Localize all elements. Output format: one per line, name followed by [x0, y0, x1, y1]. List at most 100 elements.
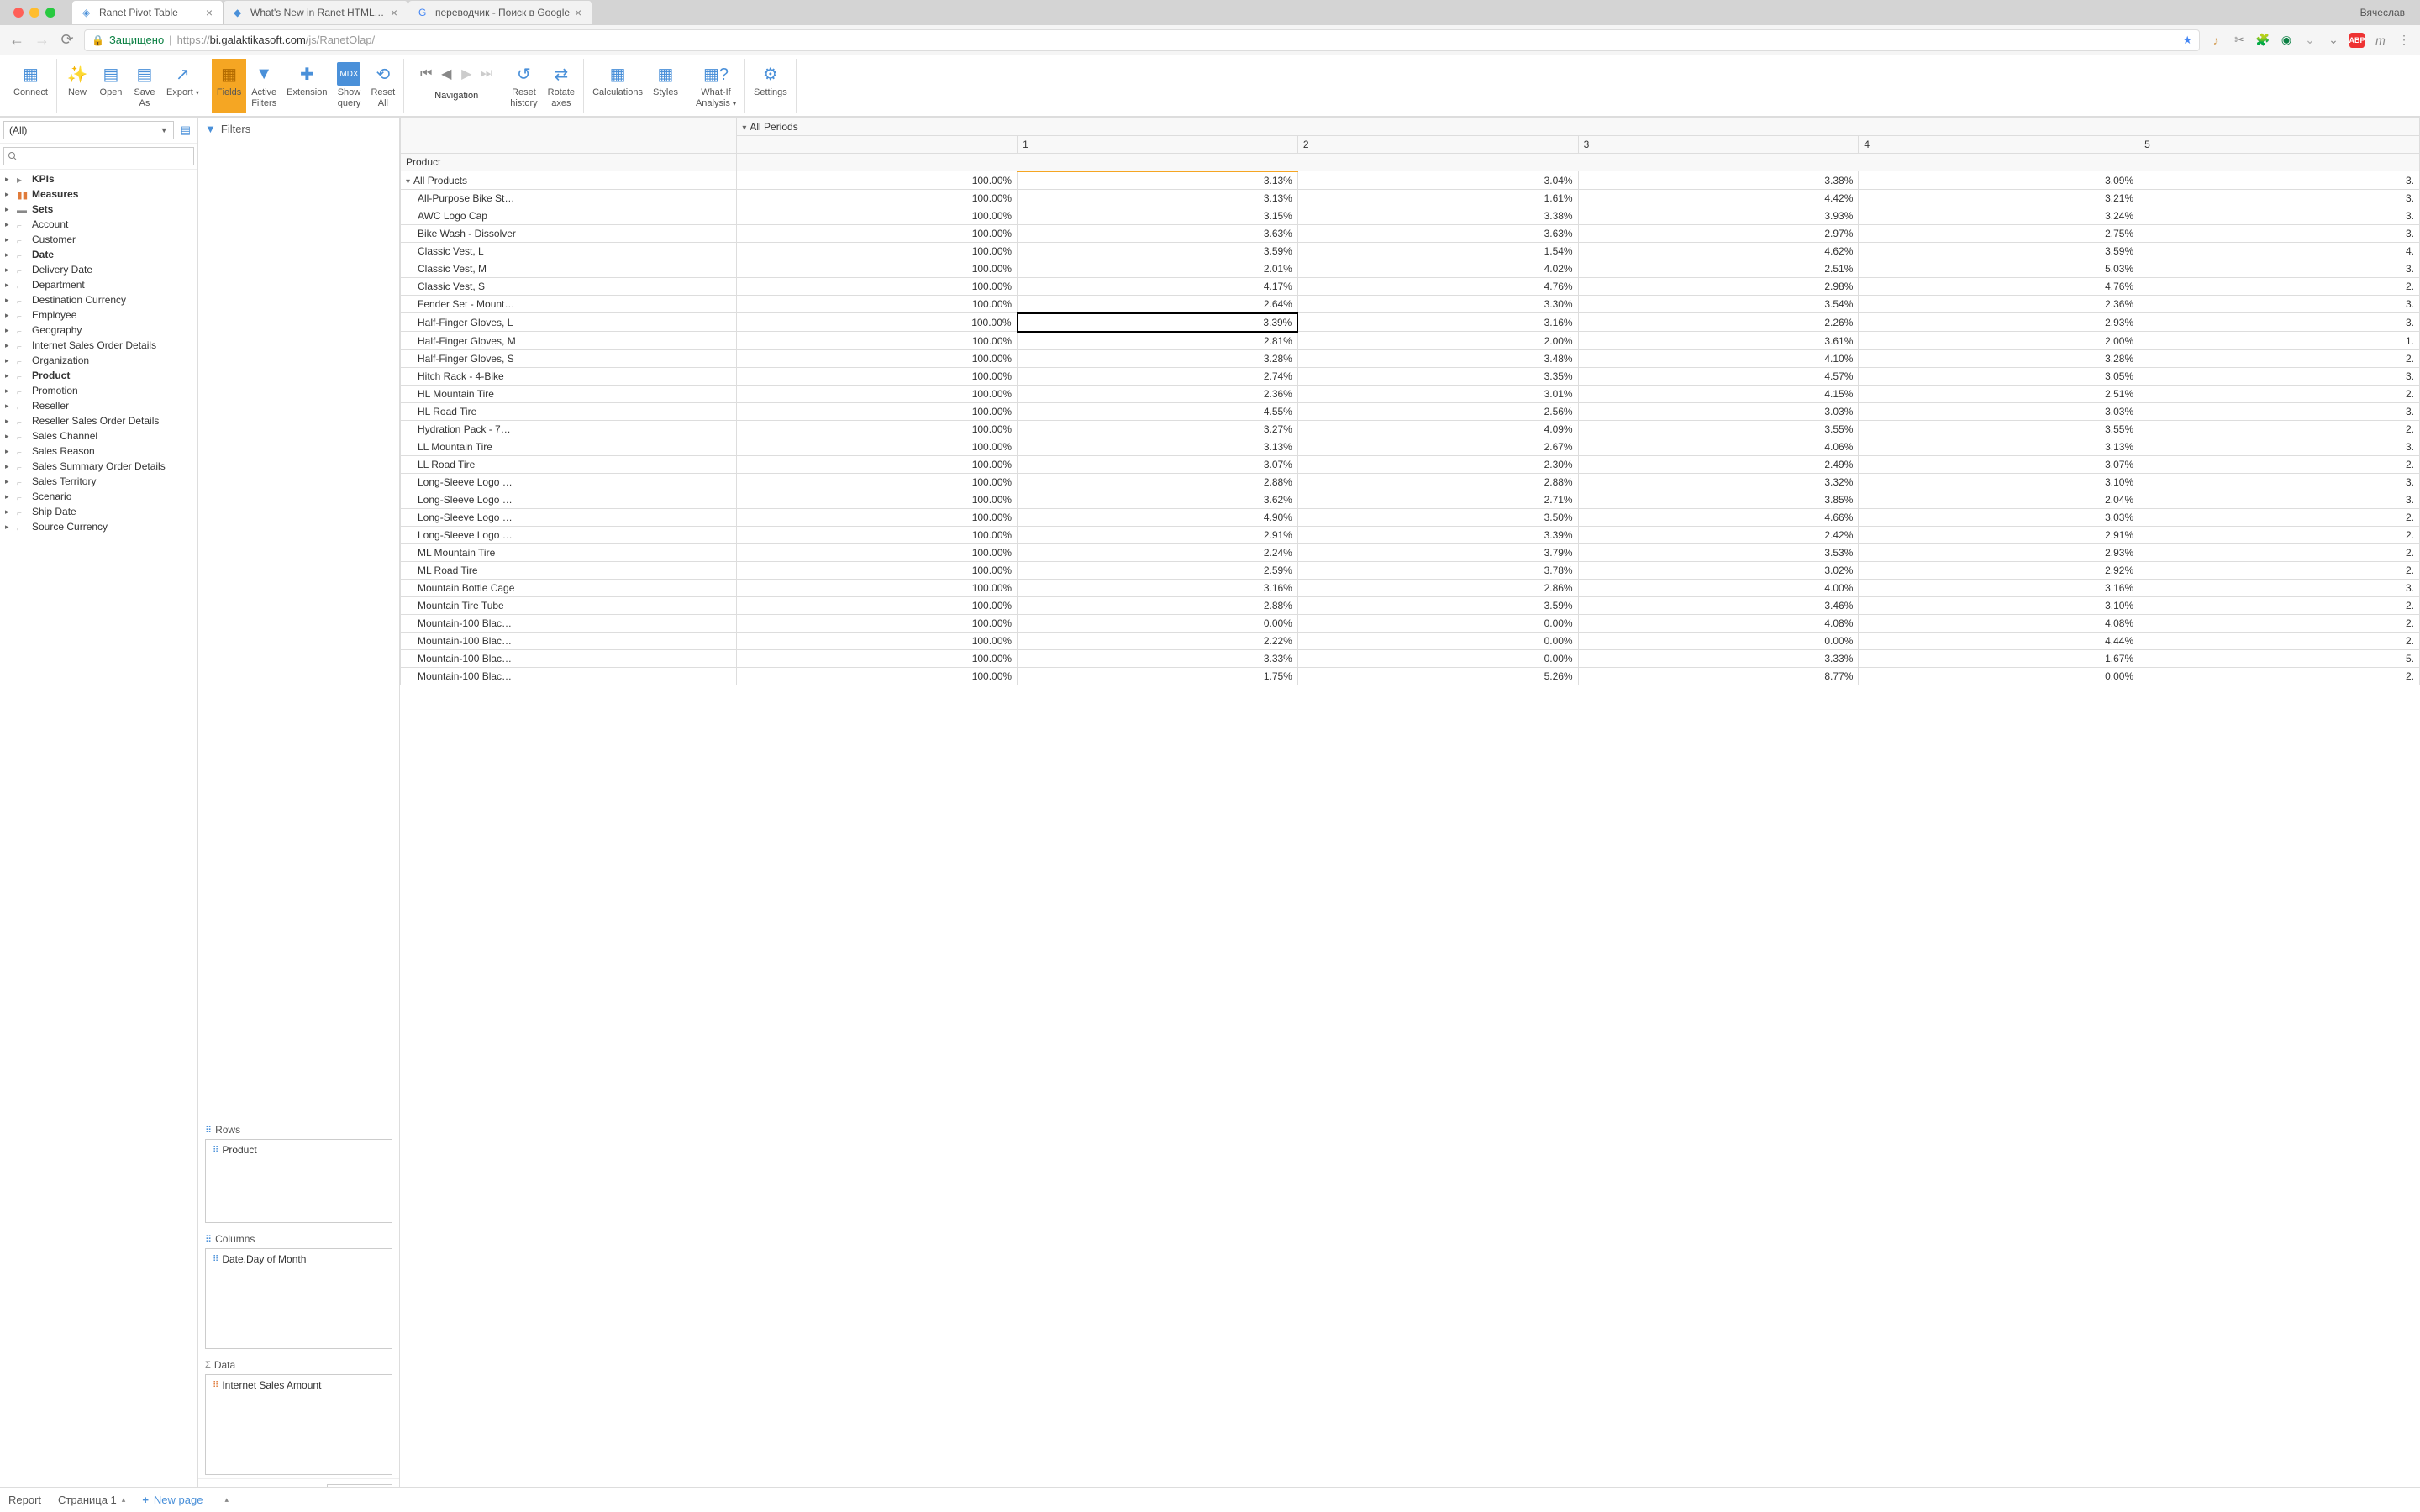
data-cell[interactable]: 5.26% [1297, 667, 1578, 685]
tree-item[interactable]: ▸⌐Department [2, 277, 196, 292]
expand-icon[interactable]: ▸ [5, 492, 13, 501]
data-cell[interactable]: 2.22% [1018, 632, 1298, 649]
data-cell[interactable]: 0.00% [1859, 667, 2139, 685]
data-cell[interactable]: 2. [2139, 667, 2420, 685]
list-toggle-icon[interactable]: ▤ [177, 123, 194, 137]
browser-menu-icon[interactable]: ⋮ [2396, 33, 2412, 48]
data-cell[interactable]: 3.63% [1018, 224, 1298, 242]
data-cell[interactable]: 2.88% [1018, 596, 1298, 614]
data-cell[interactable]: 3.33% [1578, 649, 1859, 667]
data-cell[interactable]: 2.75% [1859, 224, 2139, 242]
expand-icon[interactable]: ▸ [5, 296, 13, 305]
row-header[interactable]: Mountain-100 Blac… [401, 632, 737, 649]
data-cell[interactable]: 2. [2139, 596, 2420, 614]
data-cell[interactable]: 3.13% [1018, 171, 1298, 190]
data-cell[interactable]: 4. [2139, 242, 2420, 260]
expand-icon[interactable]: ▸ [5, 281, 13, 290]
data-cell[interactable]: 3.09% [1859, 171, 2139, 190]
data-cell[interactable]: 2. [2139, 455, 2420, 473]
report-tab[interactable]: Report [8, 1494, 41, 1506]
browser-tab[interactable]: ◆What's New in Ranet HTML Piv× [224, 1, 408, 24]
data-cell[interactable]: 100.00% [737, 349, 1018, 367]
expand-icon[interactable]: ▸ [5, 356, 13, 365]
data-cell[interactable]: 100.00% [737, 189, 1018, 207]
data-cell[interactable]: 3.38% [1578, 171, 1859, 190]
data-cell[interactable]: 3. [2139, 491, 2420, 508]
data-cell[interactable]: 2. [2139, 420, 2420, 438]
data-cell[interactable]: 3.03% [1859, 402, 2139, 420]
data-cell[interactable]: 2.64% [1018, 295, 1298, 313]
open-button[interactable]: ▤Open [94, 59, 128, 113]
fields-button[interactable]: ▦Fields [212, 59, 246, 113]
data-cell[interactable]: 4.76% [1859, 277, 2139, 295]
data-cell[interactable]: 3.55% [1578, 420, 1859, 438]
zone-item[interactable]: ⠿Internet Sales Amount [208, 1377, 390, 1394]
tree-item[interactable]: ▸⌐Reseller [2, 398, 196, 413]
column-header[interactable]: 3 [1578, 136, 1859, 154]
data-cell[interactable]: 2.86% [1297, 579, 1578, 596]
tree-item[interactable]: ▸⌐Employee [2, 307, 196, 323]
data-cell[interactable]: 3.13% [1018, 189, 1298, 207]
data-cell[interactable]: 3.04% [1297, 171, 1578, 190]
data-cell[interactable]: 2.67% [1297, 438, 1578, 455]
data-cell[interactable]: 100.00% [737, 543, 1018, 561]
data-cell[interactable]: 100.00% [737, 420, 1018, 438]
expand-icon[interactable]: ▸ [5, 220, 13, 229]
data-cell[interactable]: 0.00% [1297, 632, 1578, 649]
data-cell[interactable]: 2.04% [1859, 491, 2139, 508]
data-cell[interactable]: 3.07% [1859, 455, 2139, 473]
data-cell[interactable]: 3.59% [1297, 596, 1578, 614]
data-cell[interactable]: 3.39% [1297, 526, 1578, 543]
data-cell[interactable]: 4.09% [1297, 420, 1578, 438]
data-cell[interactable]: 100.00% [737, 277, 1018, 295]
data-cell[interactable]: 3. [2139, 207, 2420, 224]
data-cell[interactable]: 8.77% [1578, 667, 1859, 685]
data-cell[interactable]: 3.62% [1018, 491, 1298, 508]
data-cell[interactable]: 3.38% [1297, 207, 1578, 224]
ext-icon-abp[interactable]: ABP [2349, 33, 2365, 48]
column-header[interactable]: 4 [1859, 136, 2139, 154]
expand-icon[interactable]: ▸ [5, 341, 13, 350]
data-cell[interactable]: 4.17% [1018, 277, 1298, 295]
browser-tab[interactable]: Gпереводчик - Поиск в Google× [408, 1, 592, 24]
ext-icon-1[interactable]: ♪ [2208, 33, 2223, 48]
new-page-button[interactable]: + New page ▴ [142, 1494, 229, 1506]
expand-icon[interactable]: ▸ [5, 175, 13, 184]
data-cell[interactable]: 4.57% [1578, 367, 1859, 385]
expand-icon[interactable]: ▸ [5, 235, 13, 244]
data-cell[interactable]: 0.00% [1297, 614, 1578, 632]
data-cell[interactable]: 2. [2139, 277, 2420, 295]
data-cell[interactable]: 4.62% [1578, 242, 1859, 260]
data-cell[interactable]: 3.61% [1578, 332, 1859, 350]
data-cell[interactable]: 0.00% [1018, 614, 1298, 632]
row-header[interactable]: Bike Wash - Dissolver [401, 224, 737, 242]
data-cell[interactable]: 3.28% [1859, 349, 2139, 367]
data-cell[interactable]: 100.00% [737, 596, 1018, 614]
nav-next-icon[interactable]: ▶ [458, 66, 475, 82]
data-cell[interactable]: 3.28% [1018, 349, 1298, 367]
data-cell[interactable]: 2.00% [1297, 332, 1578, 350]
row-header[interactable]: AWC Logo Cap [401, 207, 737, 224]
row-header[interactable]: ML Mountain Tire [401, 543, 737, 561]
tree-item[interactable]: ▸⌐Sales Summary Order Details [2, 459, 196, 474]
tree-item[interactable]: ▸⌐Geography [2, 323, 196, 338]
data-cell[interactable]: 3.15% [1018, 207, 1298, 224]
save-as-button[interactable]: ▤Save As [128, 59, 161, 113]
expand-icon[interactable]: ▸ [5, 507, 13, 517]
data-cell[interactable]: 3.03% [1859, 508, 2139, 526]
nav-prev-icon[interactable]: ◀ [438, 66, 455, 82]
data-cell[interactable]: 4.02% [1297, 260, 1578, 277]
row-header[interactable]: Mountain-100 Blac… [401, 667, 737, 685]
data-cell[interactable]: 3.05% [1859, 367, 2139, 385]
row-header[interactable]: Long-Sleeve Logo … [401, 491, 737, 508]
reset-all-button[interactable]: ⟲Reset All [366, 59, 400, 113]
data-cell[interactable]: 4.06% [1578, 438, 1859, 455]
data-cell[interactable]: 2.36% [1859, 295, 2139, 313]
row-header[interactable]: Half-Finger Gloves, S [401, 349, 737, 367]
data-cell[interactable]: 3. [2139, 295, 2420, 313]
data-cell[interactable]: 100.00% [737, 473, 1018, 491]
active-filters-button[interactable]: ▼Active Filters [246, 59, 281, 113]
data-cell[interactable]: 2.24% [1018, 543, 1298, 561]
data-cell[interactable]: 4.90% [1018, 508, 1298, 526]
ext-icon-pocket[interactable]: ⌄ [2326, 33, 2341, 48]
